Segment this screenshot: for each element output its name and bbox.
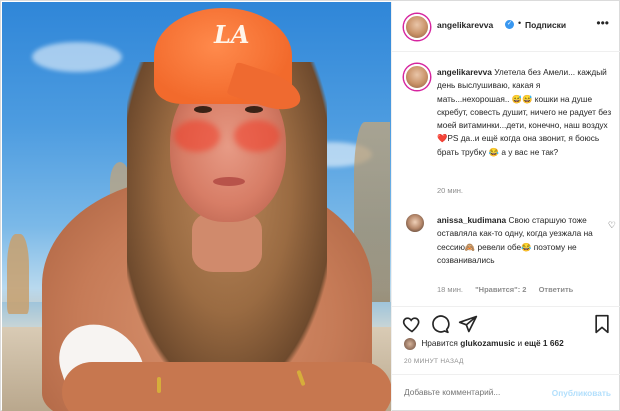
likes-summary: Нравится glukozamusic и ещё 1 662 <box>404 338 564 350</box>
eye <box>245 106 263 113</box>
lips <box>213 177 245 186</box>
publish-button[interactable]: Опубликовать <box>552 388 611 398</box>
umbrella <box>7 234 29 314</box>
post-header: angelikarevva ✓ • Подписки ••• <box>392 2 620 52</box>
post-side-panel: angelikarevva ✓ • Подписки ••• angelikar… <box>391 2 620 411</box>
eye <box>194 106 212 113</box>
comment-like-heart-icon[interactable]: ♡ <box>608 220 616 231</box>
cap-logo: LA <box>214 20 250 49</box>
action-bar <box>392 306 620 340</box>
comment-text-block: anissa_kudimana Свою старшую тоже оставл… <box>437 214 597 267</box>
comment-reply-button[interactable]: Ответить <box>539 285 574 294</box>
caption-author-avatar[interactable] <box>404 64 430 90</box>
cheek-blush <box>174 120 220 152</box>
more-icon[interactable]: ••• <box>596 16 609 30</box>
author-avatar[interactable] <box>404 14 430 40</box>
comment-input[interactable] <box>404 387 544 397</box>
share-icon[interactable] <box>458 314 478 334</box>
likes-count[interactable]: ещё 1 662 <box>524 338 563 348</box>
separator-dot: • <box>518 18 522 28</box>
following-button[interactable]: Подписки <box>525 20 566 30</box>
comment-time[interactable]: 18 мин. <box>437 285 463 294</box>
add-comment-bar: Опубликовать <box>392 374 620 411</box>
instagram-post: LA angelikarevva ✓ • Подписки ••• angeli… <box>0 0 620 411</box>
author-username[interactable]: angelikarevva <box>437 20 493 30</box>
post-timestamp[interactable]: 20 МИНУТ НАЗАД <box>404 358 464 365</box>
bookmark-icon[interactable] <box>592 314 612 334</box>
likes-connector: и <box>517 338 523 349</box>
liker-avatar[interactable] <box>404 338 416 350</box>
likes-prefix: Нравится <box>421 338 458 349</box>
comment-meta: 18 мин. "Нравится": 2 Ответить <box>437 285 583 294</box>
caption-time[interactable]: 20 мин. <box>437 186 463 195</box>
verified-badge-icon: ✓ <box>505 20 514 29</box>
comment-likes[interactable]: "Нравится": 2 <box>475 285 526 294</box>
caption-text-block: angelikarevva Улетела без Амели... кажды… <box>437 66 615 159</box>
caption-text: Улетела без Амели... каждый день выслуши… <box>437 67 612 157</box>
arm <box>62 362 391 411</box>
commenter-avatar[interactable] <box>404 212 426 234</box>
commenter-username[interactable]: anissa_kudimana <box>437 215 506 225</box>
heart-icon[interactable] <box>402 314 422 334</box>
liker-username[interactable]: glukozamusic <box>460 338 515 348</box>
bracelet <box>157 377 161 393</box>
comment-icon[interactable] <box>430 314 450 334</box>
post-photo[interactable]: LA <box>2 2 391 411</box>
caption-username[interactable]: angelikarevva <box>437 67 492 77</box>
cheek-blush <box>234 120 280 152</box>
cloud <box>32 42 122 72</box>
